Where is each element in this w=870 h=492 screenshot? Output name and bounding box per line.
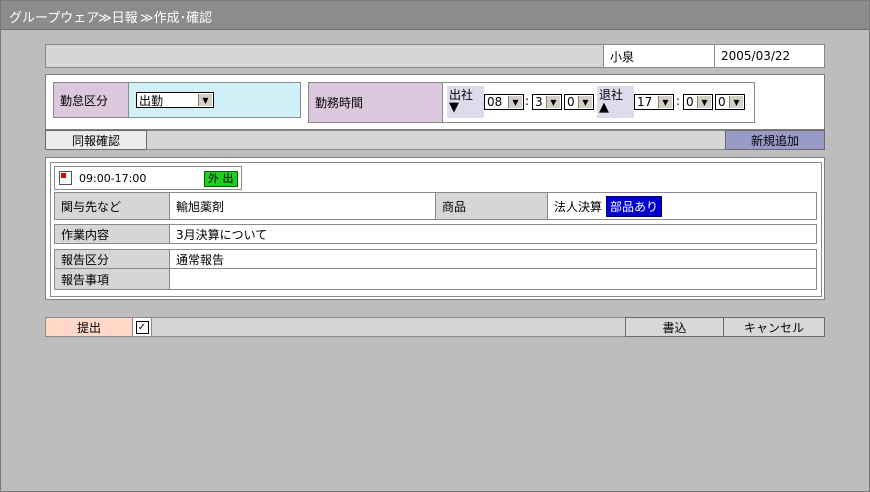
cancel-button[interactable]: キャンセル — [723, 317, 825, 337]
breadcrumb-current: ≫作成･確認 — [140, 11, 213, 26]
out-label-box: 退社 ▲ — [597, 86, 634, 118]
kubun-cell: 出勤 ▼ — [128, 82, 301, 118]
chevron-down-icon: ▼ — [546, 96, 560, 108]
time-cell: 出社 ▼ 08 ▼ : 3 ▼ 0 ▼ 退社 ▲ 17 ▼: 0 ▼ 0 ▼ — [442, 82, 755, 123]
title-bar: グループウェア ≫日報 ≫作成･確認 — [1, 1, 869, 30]
memo-icon — [59, 171, 72, 185]
out-min2-value: 0 — [718, 95, 726, 109]
app-title: グループウェア — [9, 11, 100, 26]
work-value: 3月決算について — [169, 224, 817, 244]
kubun-label: 勤怠区分 — [53, 82, 129, 118]
out-hour-select[interactable]: 17 ▼ — [634, 94, 674, 110]
report-kubun-value: 通常報告 — [169, 249, 817, 269]
in-min2-select[interactable]: 0 ▼ — [564, 94, 594, 110]
in-min1-select[interactable]: 3 ▼ — [532, 94, 562, 110]
app-window: グループウェア ≫日報 ≫作成･確認 小泉 2005/03/22 勤怠区分 出勤… — [0, 0, 870, 492]
out-min1-select[interactable]: 0 ▼ — [683, 94, 713, 110]
entry-panel: 09:00-17:00 外 出 関与先など 輸旭薬剤 商品 法人決算 部品あり … — [45, 157, 825, 300]
kubun-select[interactable]: 出勤 ▼ — [136, 92, 214, 108]
client-label: 関与先など — [54, 192, 170, 220]
in-colon: : — [525, 94, 530, 108]
submit-label: 提出 — [45, 317, 133, 337]
chevron-down-icon: ▼ — [729, 96, 743, 108]
parts-badge: 部品あり — [606, 195, 663, 217]
report-item-label: 報告事項 — [54, 268, 170, 290]
user-name: 小泉 — [603, 44, 715, 68]
chevron-down-icon: ▼ — [578, 96, 592, 108]
doho-confirm-button[interactable]: 同報確認 — [45, 130, 147, 150]
attendance-panel: 勤怠区分 出勤 ▼ 勤務時間 出社 ▼ 08 ▼ : 3 ▼ 0 ▼ 退社 ▲ … — [45, 74, 825, 130]
out-colon: : — [676, 94, 681, 108]
toolbar-row — [45, 130, 825, 150]
breadcrumb-nippo[interactable]: ≫日報 — [98, 7, 138, 26]
product-value: 法人決算 — [554, 199, 603, 214]
chevron-down-icon: ▼ — [697, 96, 711, 108]
chevron-down-icon: ▼ — [198, 94, 212, 106]
outing-badge: 外 出 — [204, 171, 238, 187]
write-button[interactable]: 書込 — [625, 317, 724, 337]
chevron-down-icon: ▼ — [658, 96, 672, 108]
out-min1-value: 0 — [686, 95, 694, 109]
report-date: 2005/03/22 — [714, 44, 825, 68]
out-hour-value: 17 — [637, 95, 653, 109]
submit-checkbox[interactable]: ✓ — [135, 320, 149, 334]
arrow-up-icon: ▲ — [599, 100, 609, 115]
report-kubun-label: 報告区分 — [54, 249, 170, 269]
entry-time-box[interactable]: 09:00-17:00 外 出 — [54, 166, 242, 190]
work-label: 作業内容 — [54, 224, 170, 244]
kubun-value: 出勤 — [139, 93, 164, 108]
in-hour-select[interactable]: 08 ▼ — [484, 94, 524, 110]
entry-time: 09:00-17:00 — [79, 171, 147, 185]
add-new-button[interactable]: 新規追加 — [725, 130, 825, 150]
product-label: 商品 — [435, 192, 548, 220]
product-cell: 法人決算 部品あり — [547, 192, 817, 220]
time-label: 勤務時間 — [308, 82, 443, 123]
chevron-down-icon: ▼ — [508, 96, 522, 108]
in-min2-value: 0 — [567, 95, 575, 109]
in-label-box: 出社 ▼ — [447, 86, 484, 118]
submit-checkbox-cell: ✓ — [132, 317, 152, 337]
arrow-down-icon: ▼ — [449, 100, 459, 115]
in-hour-value: 08 — [487, 95, 503, 109]
in-min1-value: 3 — [535, 95, 543, 109]
info-blank — [45, 44, 604, 68]
report-item-value — [169, 268, 817, 290]
client-value: 輸旭薬剤 — [169, 192, 436, 220]
out-min2-select[interactable]: 0 ▼ — [715, 94, 745, 110]
